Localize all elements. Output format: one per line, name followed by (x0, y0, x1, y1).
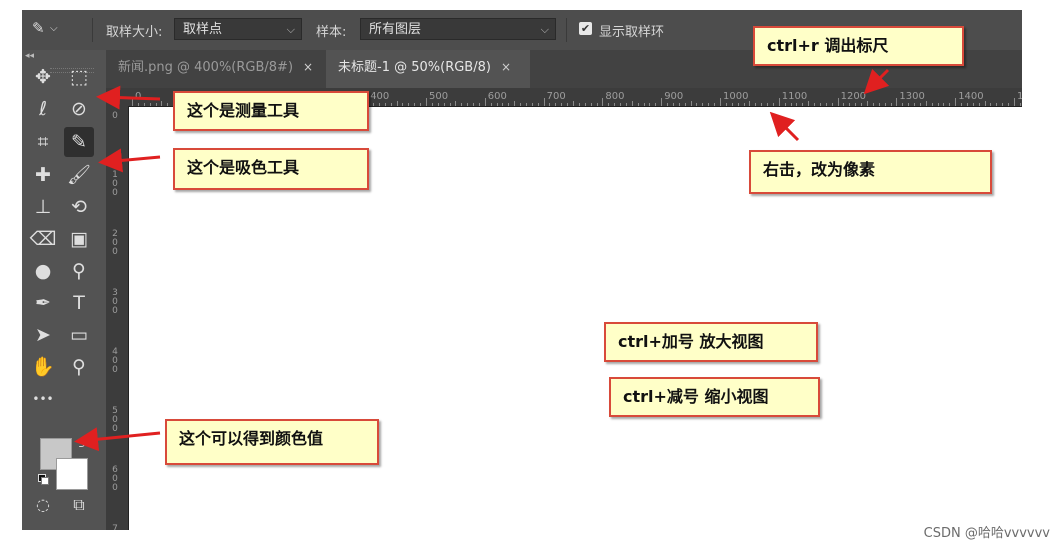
arrow-to-ruler-units (769, 111, 800, 142)
watermark: CSDN @哈哈vvvvvv (923, 526, 1050, 541)
arrow-to-marquee (96, 85, 161, 110)
annotation-arrows (74, 68, 890, 452)
arrow-to-eyedropper (98, 148, 161, 173)
arrow-to-swatch (74, 427, 161, 452)
arrow-to-ruler (863, 68, 890, 95)
